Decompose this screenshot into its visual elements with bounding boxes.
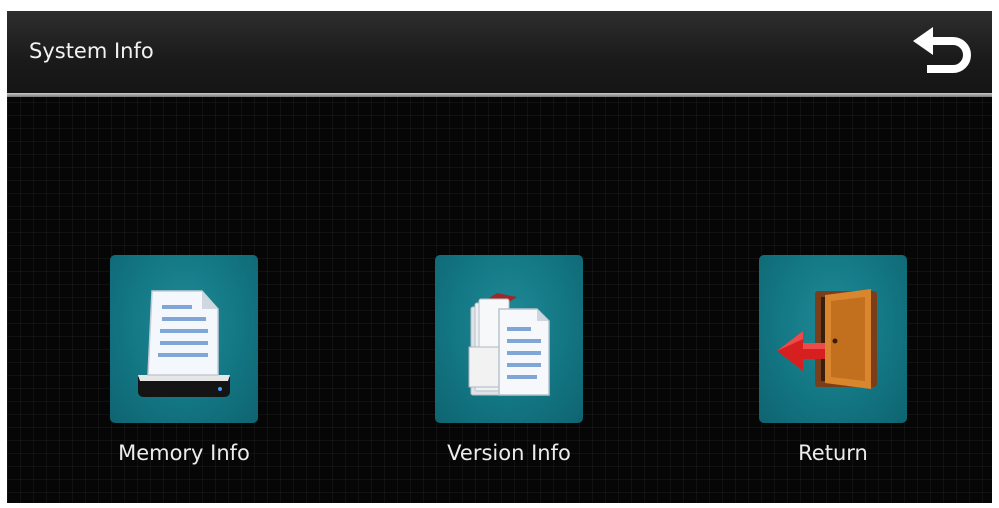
version-info-button[interactable]: Version Info	[435, 255, 583, 465]
memory-info-button[interactable]: Memory Info	[110, 255, 258, 465]
return-tile	[759, 255, 907, 423]
return-label: Return	[798, 441, 868, 465]
exit-door-icon	[777, 289, 877, 389]
memory-document-icon	[138, 290, 230, 397]
page-title: System Info	[29, 39, 154, 63]
version-info-tile	[435, 255, 583, 423]
title-bar: System Info	[7, 11, 992, 93]
memory-info-label: Memory Info	[118, 441, 250, 465]
version-info-label: Version Info	[447, 441, 571, 465]
back-button[interactable]	[907, 21, 979, 81]
return-button[interactable]: Return	[759, 255, 907, 465]
return-arrow-icon	[913, 27, 971, 73]
title-divider	[7, 93, 992, 97]
version-files-icon	[468, 293, 550, 396]
system-info-screen: System Info Memory Info Version Info Ret…	[7, 11, 992, 503]
memory-info-tile	[110, 255, 258, 423]
